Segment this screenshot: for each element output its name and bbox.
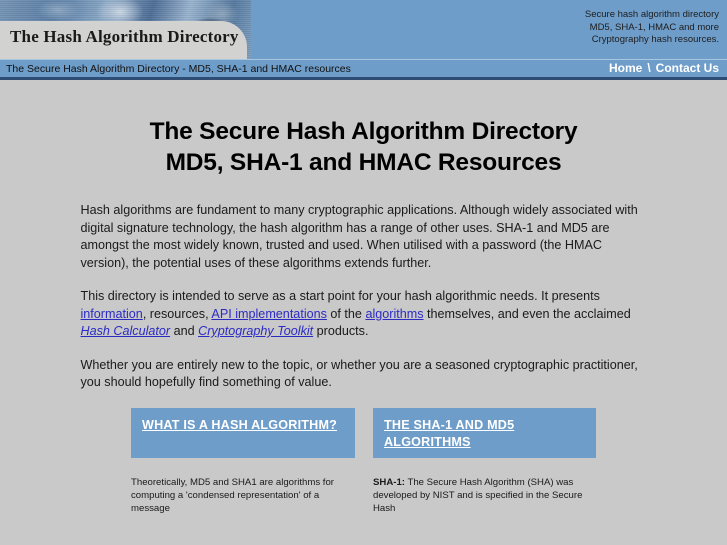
banner-tagline: Secure hash algorithm directory MD5, SHA… bbox=[585, 9, 719, 47]
para2-text-5: and bbox=[170, 324, 199, 338]
intro-paragraph-1: Hash algorithms are fundament to many cr… bbox=[80, 203, 638, 270]
primary-navbar: The Secure Hash Algorithm Directory - MD… bbox=[0, 59, 727, 80]
para2-text-6: products. bbox=[313, 324, 369, 338]
para2-text-1: This directory is intended to serve as a… bbox=[80, 289, 600, 303]
feature-blurb-sha1-text: The Secure Hash Algorithm (SHA) was deve… bbox=[373, 476, 583, 514]
page-title: The Secure Hash Algorithm Directory MD5,… bbox=[0, 80, 727, 178]
intro-paragraph-2: This directory is intended to serve as a… bbox=[81, 288, 647, 341]
page-title-line-2: MD5, SHA-1 and HMAC Resources bbox=[165, 149, 562, 176]
para2-text-2: , resources, bbox=[142, 306, 212, 321]
feature-box-sha1-md5[interactable]: THE SHA-1 AND MD5 ALGORITHMS bbox=[373, 407, 596, 458]
banner-tagline-line-1: Secure hash algorithm directory bbox=[584, 9, 719, 20]
feature-box-hash-algorithm-link[interactable]: WHAT IS A HASH ALGORITHM? bbox=[131, 408, 355, 434]
nav-strapline: The Secure Hash Algorithm Directory - MD… bbox=[6, 63, 351, 75]
feature-blurb-sha1-md5: SHA-1: The Secure Hash Algorithm (SHA) w… bbox=[373, 476, 596, 515]
intro-paragraph-3: Whether you are entirely new to the topi… bbox=[80, 357, 638, 390]
page-title-line-1: The Secure Hash Algorithm Directory bbox=[149, 118, 578, 145]
intro-content: Hash algorithms are fundament to many cr… bbox=[81, 178, 647, 392]
link-hash-calculator[interactable]: Hash Calculator bbox=[81, 324, 171, 338]
link-algorithms[interactable]: algorithms bbox=[365, 307, 423, 321]
nav-link-contact-us[interactable]: Contact Us bbox=[656, 61, 719, 75]
para2-text-4: themselves, and even the acclaimed bbox=[423, 306, 631, 321]
nav-links: Home \ Contact Us bbox=[609, 61, 719, 75]
site-title-panel: The Hash Algorithm Directory bbox=[0, 21, 247, 59]
para2-text-3: of the bbox=[326, 306, 366, 321]
feature-blurb-hash-algorithm: Theoretically, MD5 and SHA1 are algorith… bbox=[131, 476, 334, 514]
nav-link-home[interactable]: Home bbox=[609, 61, 642, 75]
banner-tagline-line-2: MD5, SHA-1, HMAC and more bbox=[589, 21, 719, 33]
link-information[interactable]: information bbox=[81, 307, 143, 321]
site-title: The Hash Algorithm Directory bbox=[10, 27, 239, 46]
link-cryptography-toolkit[interactable]: Cryptography Toolkit bbox=[198, 324, 313, 338]
link-api-implementations[interactable]: API implementations bbox=[211, 307, 327, 321]
nav-separator: \ bbox=[647, 61, 651, 75]
feature-box-sha1-md5-link[interactable]: THE SHA-1 AND MD5 ALGORITHMS bbox=[373, 408, 596, 451]
feature-box-row: WHAT IS A HASH ALGORITHM? THE SHA-1 AND … bbox=[0, 407, 727, 515]
page-body: The Secure Hash Algorithm Directory MD5,… bbox=[0, 80, 727, 515]
banner-tagline-line-3: Cryptography hash resources. bbox=[591, 34, 719, 45]
feature-box-hash-algorithm[interactable]: WHAT IS A HASH ALGORITHM? bbox=[131, 407, 355, 458]
site-banner: The Hash Algorithm Directory Secure hash… bbox=[0, 0, 727, 59]
feature-blurb-sha1-label: SHA-1: bbox=[373, 476, 405, 488]
